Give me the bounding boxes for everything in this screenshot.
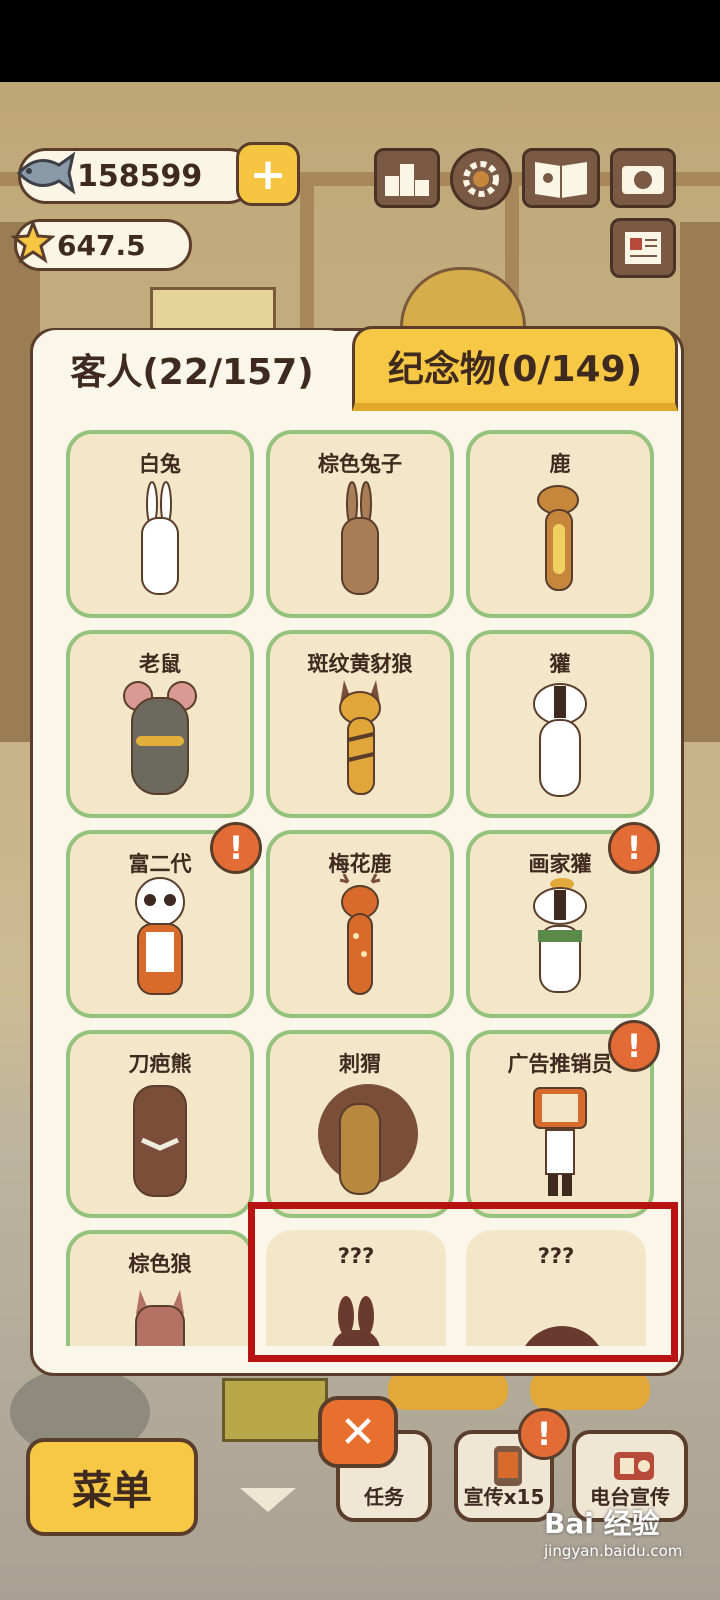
- fish-currency: 158599: [16, 148, 256, 204]
- fish-icon: [16, 151, 76, 195]
- alert-badge-icon: !: [608, 822, 660, 874]
- brown-wolf-icon: [135, 1290, 185, 1346]
- phone-icon: [494, 1446, 522, 1486]
- painter-badger-icon: [533, 878, 587, 993]
- tab-guests[interactable]: 客人(22/157): [34, 330, 350, 408]
- tab-souvenirs[interactable]: 纪念物(0/149): [352, 326, 678, 411]
- camera-button[interactable]: [610, 148, 676, 208]
- alert-badge-icon: !: [608, 1020, 660, 1072]
- tv-salesman-icon: [533, 1087, 587, 1196]
- add-fish-button[interactable]: +: [236, 142, 300, 206]
- hedgehog-icon: [318, 1084, 418, 1195]
- brown-rabbit-icon: [341, 481, 379, 595]
- guestbook-button[interactable]: [522, 148, 600, 208]
- star-icon: [11, 220, 55, 264]
- gear-icon: [463, 161, 499, 197]
- highlight-box: [248, 1202, 678, 1362]
- guest-card[interactable]: 刀疤熊: [66, 1030, 254, 1218]
- guest-card[interactable]: 梅花鹿: [266, 830, 454, 1018]
- menu-label: 菜单: [72, 1468, 152, 1514]
- guest-card[interactable]: 刺猬: [266, 1030, 454, 1218]
- sika-deer-icon: [339, 874, 381, 995]
- star-count: 647.5: [57, 228, 146, 262]
- guest-card[interactable]: 棕色兔子: [266, 430, 454, 618]
- alert-badge-icon: !: [518, 1408, 570, 1460]
- watermark-brand: Bai 经验: [544, 1507, 660, 1540]
- scarred-bear-icon: [133, 1085, 187, 1197]
- guest-card[interactable]: 斑纹黄豺狼: [266, 630, 454, 818]
- status-bar: [0, 0, 720, 82]
- news-button[interactable]: [610, 218, 676, 278]
- watermark-url: jingyan.baidu.com: [544, 1542, 683, 1560]
- guest-card[interactable]: 老鼠: [66, 630, 254, 818]
- tab-souvenirs-label: 纪念物(0/149): [387, 349, 643, 390]
- guest-card[interactable]: 棕色狼: [66, 1230, 254, 1346]
- radio-icon: [614, 1452, 654, 1480]
- newspaper-icon: [625, 232, 661, 264]
- settings-button[interactable]: [450, 148, 512, 210]
- guest-card[interactable]: 鹿: [466, 430, 654, 618]
- star-currency: 647.5: [11, 219, 192, 271]
- close-button[interactable]: ✕: [318, 1396, 398, 1468]
- ranking-icon: [385, 164, 429, 196]
- scroll-down-icon[interactable]: [240, 1488, 296, 1512]
- tasks-label: 任务: [364, 1485, 404, 1509]
- fish-count: 158599: [77, 158, 203, 194]
- white-rabbit-icon: [141, 481, 179, 595]
- camera-icon: [622, 166, 664, 194]
- ranking-button[interactable]: [374, 148, 440, 208]
- tab-guests-label: 客人(22/157): [70, 352, 314, 393]
- jackal-icon: [339, 680, 381, 795]
- badger-icon: [533, 683, 587, 797]
- guest-card[interactable]: 獾: [466, 630, 654, 818]
- panda-icon: [135, 877, 185, 995]
- guest-card[interactable]: 白兔: [66, 430, 254, 618]
- mouse-icon: [123, 681, 197, 795]
- alert-badge-icon: !: [210, 822, 262, 874]
- watermark: Bai 经验 jingyan.baidu.com: [544, 1502, 682, 1560]
- book-icon: [535, 162, 587, 198]
- menu-button[interactable]: 菜单: [26, 1438, 198, 1536]
- deer-icon: [537, 485, 579, 591]
